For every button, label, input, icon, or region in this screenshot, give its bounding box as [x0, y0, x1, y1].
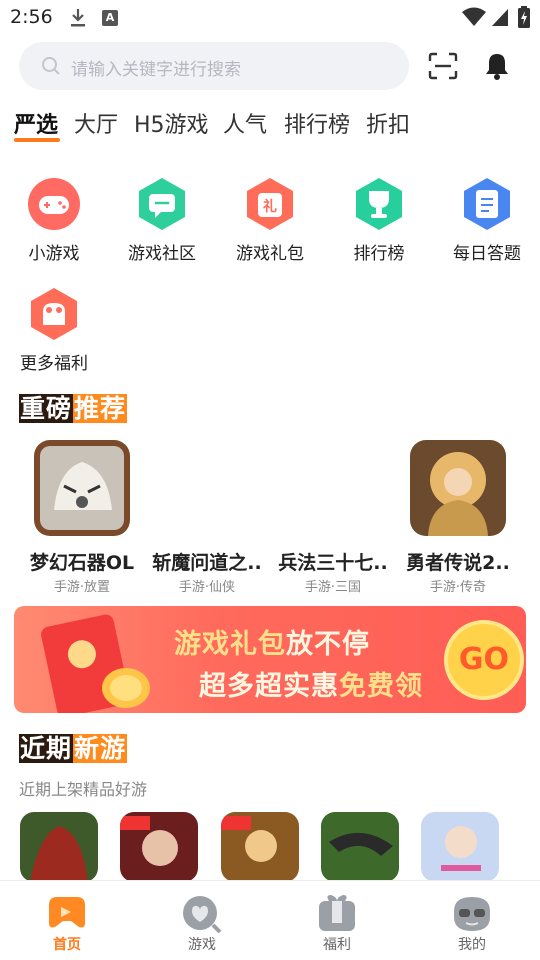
- gamepad-icon: [28, 178, 80, 230]
- game-name: 勇者传说2..: [406, 552, 510, 574]
- game-tag: 手游·传奇: [429, 580, 487, 595]
- tab-dating[interactable]: 大厅: [74, 107, 118, 139]
- quiz-icon: [464, 178, 510, 230]
- gift-banner[interactable]: 游戏礼包放不停 超多超实惠免费领 GO: [14, 606, 526, 713]
- chat-icon: [139, 178, 185, 230]
- red-envelope-icon: [41, 614, 150, 713]
- new-games-title: 近期新游: [19, 729, 128, 765]
- gift-icon: 礼: [247, 178, 293, 230]
- quick-label: 游戏礼包: [236, 244, 304, 264]
- nav-label: 游戏: [188, 937, 216, 953]
- quick-label: 排行榜: [353, 244, 405, 264]
- quick-ranking[interactable]: 排行榜: [333, 177, 423, 287]
- nav-games[interactable]: 游戏: [152, 881, 252, 960]
- banner-text: 免费领: [339, 671, 423, 702]
- new-games-title-dark: 近期: [19, 734, 74, 763]
- game-tag: 手游·放置: [53, 580, 111, 595]
- featured-title: 重磅推荐: [19, 389, 128, 425]
- tab-yanxuan[interactable]: 严选: [14, 107, 58, 139]
- nav-home[interactable]: 首页: [17, 881, 117, 960]
- search-input[interactable]: 请输入关键字进行搜索: [19, 42, 409, 90]
- tab-h5[interactable]: H5游戏: [134, 107, 209, 139]
- quick-label: 更多福利: [20, 354, 88, 374]
- quick-more-welfare[interactable]: 更多福利: [8, 287, 98, 397]
- game-tag: 手游·仙侠: [178, 580, 236, 595]
- new-game-thumbnail[interactable]: [120, 812, 198, 882]
- download-icon: [71, 9, 85, 27]
- quick-mini-games[interactable]: 小游戏: [8, 177, 98, 287]
- quick-label: 每日答题: [453, 244, 521, 264]
- featured-title-orange: 推荐: [73, 394, 128, 423]
- signal-icon: [492, 9, 508, 26]
- tab-discount[interactable]: 折扣: [366, 107, 410, 139]
- svg-text:礼: 礼: [263, 198, 277, 215]
- nav-label: 我的: [458, 937, 486, 953]
- a-icon: A: [102, 10, 118, 26]
- nav-label: 首页: [53, 937, 81, 953]
- banner-text: 游戏礼包: [174, 629, 286, 660]
- game-tag: 手游·三国: [304, 580, 362, 595]
- featured-game[interactable]: 斩魔问道之.. 手游·仙侠: [144, 440, 270, 600]
- quick-daily-quiz[interactable]: 每日答题: [441, 177, 531, 287]
- cake-icon: [31, 288, 77, 340]
- status-time: 2:56: [10, 6, 53, 28]
- banner-text: 放不停: [286, 629, 370, 660]
- game-name: 斩魔问道之..: [152, 552, 262, 574]
- featured-game[interactable]: 勇者传说2.. 手游·传奇: [395, 440, 521, 600]
- banner-line2: 超多超实惠免费领: [199, 664, 423, 703]
- tab-indicator: [14, 138, 60, 142]
- battery-icon: [518, 6, 530, 28]
- quick-label: 小游戏: [28, 244, 80, 264]
- quick-gift[interactable]: 礼 游戏礼包: [224, 177, 314, 287]
- search-placeholder: 请输入关键字进行搜索: [71, 60, 241, 80]
- quick-community[interactable]: 游戏社区: [116, 177, 206, 287]
- banner-line1: 游戏礼包放不停: [174, 622, 370, 661]
- trophy-icon: [356, 178, 402, 230]
- bottom-nav: 首页 游戏 福利 我的: [0, 880, 540, 960]
- nav-welfare[interactable]: 福利: [287, 881, 387, 960]
- game-cover: [410, 440, 506, 536]
- scan-icon[interactable]: [428, 52, 458, 80]
- new-game-thumbnail[interactable]: [221, 812, 299, 882]
- game-name: 梦幻石器OL: [29, 552, 135, 574]
- quick-label: 游戏社区: [128, 244, 196, 264]
- nav-mine[interactable]: 我的: [422, 881, 522, 960]
- tab-ranking[interactable]: 排行榜: [284, 107, 350, 139]
- bell-icon[interactable]: [484, 52, 510, 80]
- featured-title-dark: 重磅: [19, 394, 74, 423]
- new-game-thumbnail[interactable]: [20, 812, 98, 882]
- status-bar: 2:56 A: [0, 0, 540, 36]
- nav-label: 福利: [323, 937, 351, 953]
- new-game-thumbnail[interactable]: [421, 812, 499, 882]
- banner-text: 超多超实惠: [199, 671, 339, 702]
- tab-renqi[interactable]: 人气: [223, 107, 267, 139]
- new-game-thumbnail[interactable]: [321, 812, 399, 882]
- game-cover: [34, 440, 130, 536]
- search-icon: [42, 57, 60, 75]
- gift-box-icon: [319, 895, 355, 931]
- profile-face-icon: [454, 897, 490, 931]
- new-games-subtitle: 近期上架精品好游: [19, 780, 148, 799]
- new-games-title-orange: 新游: [73, 734, 128, 763]
- games-search-icon: [183, 896, 222, 933]
- featured-game[interactable]: 兵法三十七.. 手游·三国: [270, 440, 396, 600]
- featured-game[interactable]: 梦幻石器OL 手游·放置: [19, 440, 145, 600]
- go-button[interactable]: GO: [444, 620, 524, 700]
- game-name: 兵法三十七..: [278, 552, 388, 574]
- wifi-icon: [462, 7, 486, 26]
- home-gamepad-icon: [49, 897, 85, 928]
